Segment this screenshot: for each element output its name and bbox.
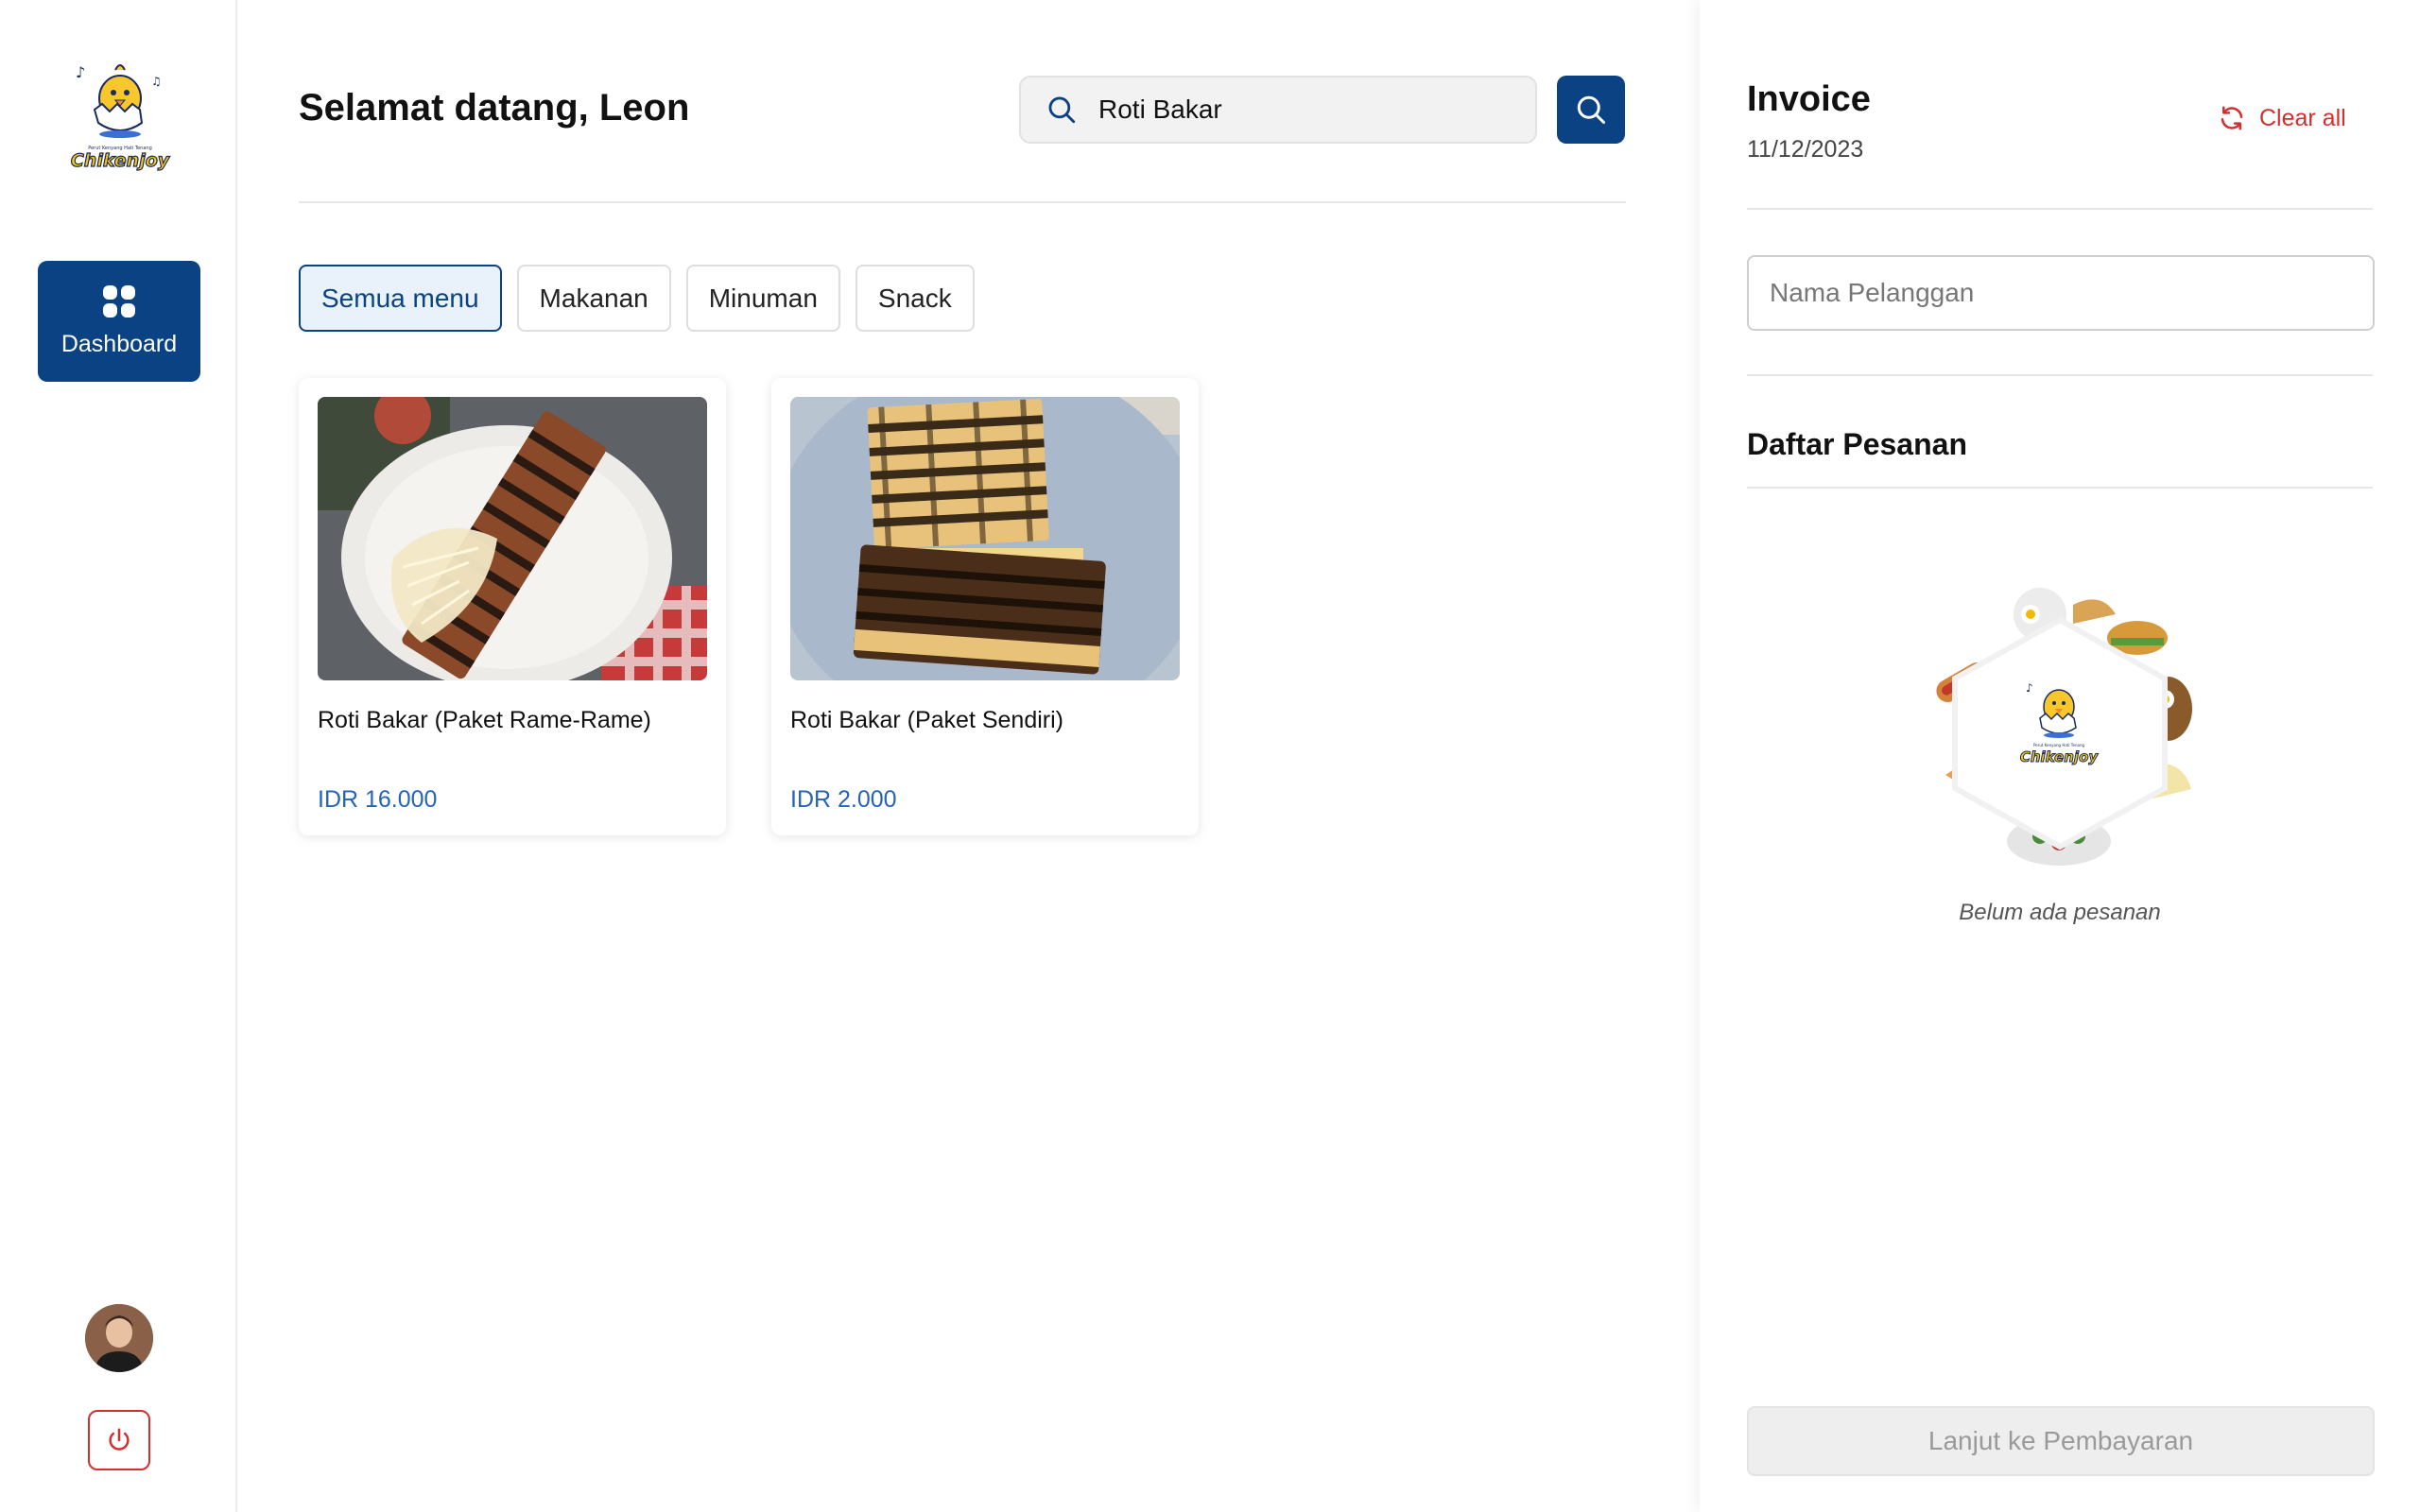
menu-card[interactable]: Roti Bakar (Paket Rame-Rame) IDR 16.000 <box>299 378 726 835</box>
category-tabs: Semua menu Makanan Minuman Snack <box>299 265 975 332</box>
orders-title: Daftar Pesanan <box>1747 427 1967 461</box>
svg-text:♪: ♪ <box>2026 681 2033 695</box>
svg-text:Perut Kenyang Hati Tenang: Perut Kenyang Hati Tenang <box>2033 743 2084 747</box>
clear-all-button[interactable]: Clear all <box>2218 104 2346 132</box>
svg-text:♪: ♪ <box>76 63 85 81</box>
invoice-date: 11/12/2023 <box>1747 136 1864 163</box>
menu-item-price: IDR 2.000 <box>790 786 897 813</box>
proceed-payment-button[interactable]: Lanjut ke Pembayaran <box>1747 1406 2375 1476</box>
tab-snack[interactable]: Snack <box>855 265 975 332</box>
grid-icon <box>103 284 135 318</box>
sidebar-item-dashboard[interactable]: Dashboard <box>38 261 200 382</box>
menu-item-name: Roti Bakar (Paket Sendiri) <box>790 707 1064 733</box>
food-plate-icon: ♪ Perut Kenyang Hati Tenang Chikenjoy <box>1936 588 2192 866</box>
user-avatar[interactable] <box>85 1304 153 1372</box>
svg-text:♫: ♫ <box>151 75 162 88</box>
invoice-divider <box>1747 487 2373 489</box>
invoice-title: Invoice <box>1747 79 1871 119</box>
sidebar: ♪ ♫ Perut Kenyang Hati Tenang Chikenjoy … <box>0 0 237 1512</box>
menu-item-image <box>318 397 707 680</box>
brand-logo[interactable]: ♪ ♫ Perut Kenyang Hati Tenang Chikenjoy <box>68 57 172 180</box>
empty-orders-illustration: ♪ Perut Kenyang Hati Tenang Chikenjoy <box>1917 586 2203 871</box>
tab-semua-menu[interactable]: Semua menu <box>299 265 502 332</box>
menu-grid: Roti Bakar (Paket Rame-Rame) IDR 16.000 <box>299 378 1199 835</box>
search-icon <box>1048 96 1076 124</box>
customer-name-input[interactable] <box>1747 255 2375 331</box>
invoice-divider <box>1747 374 2373 376</box>
search-input[interactable] <box>1098 94 1495 125</box>
search-field[interactable] <box>1019 76 1537 144</box>
logout-button[interactable] <box>88 1410 150 1470</box>
avatar-image <box>85 1304 153 1372</box>
tab-makanan[interactable]: Makanan <box>516 265 671 332</box>
sidebar-item-label: Dashboard <box>60 330 178 357</box>
tab-minuman[interactable]: Minuman <box>685 265 840 332</box>
search-icon <box>1577 95 1605 124</box>
power-icon <box>109 1428 130 1451</box>
menu-card[interactable]: Roti Bakar (Paket Sendiri) IDR 2.000 <box>771 378 1199 835</box>
refresh-icon <box>2221 106 2243 130</box>
menu-item-image <box>790 397 1180 680</box>
menu-item-price: IDR 16.000 <box>318 786 438 813</box>
search-button[interactable] <box>1557 76 1625 144</box>
main-content: Selamat datang, Leon Semua menu Makanan … <box>238 0 1700 1512</box>
svg-text:Chikenjoy: Chikenjoy <box>71 150 171 171</box>
chick-logo-icon: ♪ ♫ Perut Kenyang Hati Tenang Chikenjoy <box>70 63 171 172</box>
menu-item-name: Roti Bakar (Paket Rame-Rame) <box>318 707 651 733</box>
empty-orders-text: Belum ada pesanan <box>1959 900 2161 925</box>
svg-text:Chikenjoy: Chikenjoy <box>2020 748 2100 765</box>
invoice-divider <box>1747 208 2373 210</box>
clear-all-label: Clear all <box>2259 104 2346 131</box>
invoice-panel: Invoice 11/12/2023 Clear all Daftar Pesa… <box>1700 0 2420 1512</box>
page-title: Selamat datang, Leon <box>299 87 690 129</box>
header-divider <box>299 201 1626 203</box>
